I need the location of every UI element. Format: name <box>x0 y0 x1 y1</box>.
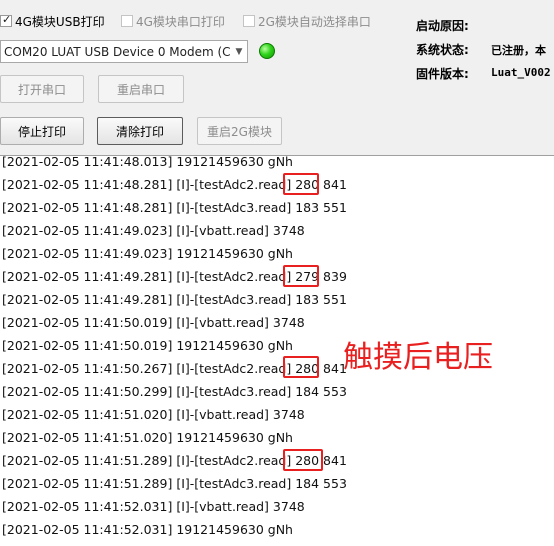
log-line: [2021-02-05 11:41:51.289] [I]-[testAdc3.… <box>2 476 347 491</box>
port-select-value: COM20 LUAT USB Device 0 Modem (C <box>4 44 231 59</box>
firmware-value: Luat_V002 <box>491 66 551 79</box>
log-line: [2021-02-05 11:41:48.281] [I]-[testAdc3.… <box>2 200 347 215</box>
log-line: [2021-02-05 11:41:52.031] 19121459630 gN… <box>2 522 293 537</box>
boot-reason-label: 启动原因: <box>416 19 469 33</box>
auto-select-checkbox[interactable]: 2G模块自动选择串口 <box>243 13 371 29</box>
log-line: [2021-02-05 11:41:51.020] 19121459630 gN… <box>2 430 293 445</box>
restart-2g-button[interactable]: 重启2G模块 <box>197 117 282 145</box>
checkbox-icon <box>243 15 255 27</box>
highlight-box <box>283 449 323 471</box>
log-line: [2021-02-05 11:41:51.020] [I]-[vbatt.rea… <box>2 407 305 422</box>
open-port-button[interactable]: 打开串口 <box>0 75 84 103</box>
log-line: [2021-02-05 11:41:50.019] 19121459630 gN… <box>2 338 293 353</box>
stop-print-button[interactable]: 停止打印 <box>0 117 84 145</box>
system-status-value: 已注册，本 <box>491 44 546 57</box>
toolbar: 4G模块USB打印 4G模块串口打印 2G模块自动选择串口 COM20 LUAT… <box>0 0 554 156</box>
usb-print-label: 4G模块USB打印 <box>15 14 105 29</box>
log-line: [2021-02-05 11:41:49.023] 19121459630 gN… <box>2 246 293 261</box>
highlight-box <box>283 173 319 195</box>
log-line: [2021-02-05 11:41:49.023] [I]-[vbatt.rea… <box>2 223 305 238</box>
log-line: [2021-02-05 11:41:52.031] [I]-[vbatt.rea… <box>2 499 305 514</box>
checkbox-checked-icon <box>0 13 12 27</box>
log-line: [2021-02-05 11:41:50.019] [I]-[vbatt.rea… <box>2 315 305 330</box>
cropped-menu-strip <box>0 0 554 4</box>
serial-print-label: 4G模块串口打印 <box>136 14 225 29</box>
usb-print-checkbox[interactable]: 4G模块USB打印 <box>0 13 105 29</box>
firmware-label: 固件版本: <box>416 67 469 81</box>
chevron-down-icon[interactable]: ▼ <box>231 41 247 62</box>
status-led-icon <box>259 43 275 59</box>
auto-select-label: 2G模块自动选择串口 <box>258 14 371 29</box>
port-select[interactable]: COM20 LUAT USB Device 0 Modem (C ▼ <box>0 40 248 63</box>
annotation-text: 触摸后电压 <box>343 340 493 375</box>
log-line: [2021-02-05 11:41:48.013] 19121459630 gN… <box>2 156 293 169</box>
serial-print-checkbox[interactable]: 4G模块串口打印 <box>121 13 225 29</box>
system-status-label: 系统状态: <box>416 43 469 57</box>
highlight-box <box>283 265 319 287</box>
log-line: [2021-02-05 11:41:50.299] [I]-[testAdc3.… <box>2 384 347 399</box>
restart-port-button[interactable]: 重启串口 <box>98 75 184 103</box>
checkbox-icon <box>121 15 133 27</box>
log-line: [2021-02-05 11:41:49.281] [I]-[testAdc3.… <box>2 292 347 307</box>
clear-print-button[interactable]: 清除打印 <box>97 117 183 145</box>
highlight-box <box>283 356 319 378</box>
